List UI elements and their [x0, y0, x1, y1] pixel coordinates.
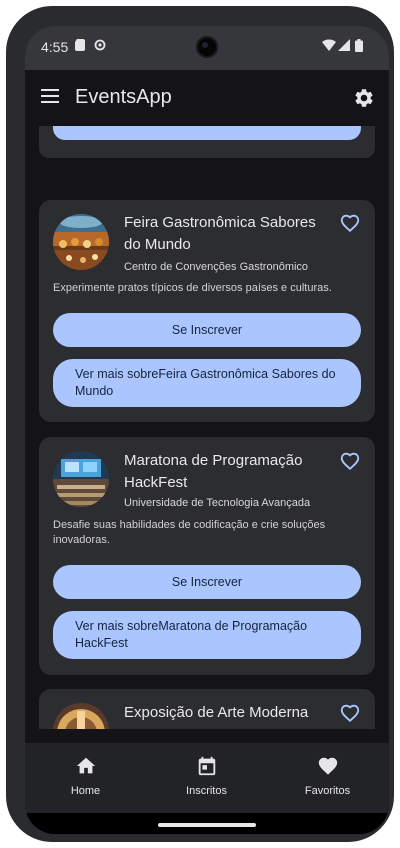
- event-title: Maratona de Programação HackFest: [124, 452, 303, 491]
- event-title: Exposição de Arte Moderna: [124, 704, 309, 721]
- event-card: Feira Gastronômica Sabores do Mundo Cent…: [39, 200, 375, 422]
- heart-outline-icon[interactable]: [339, 702, 361, 724]
- more-info-button[interactable]: Ver mais sobreMaratona de Programação Ha…: [53, 611, 361, 659]
- event-list[interactable]: Feira Gastronômica Sabores do Mundo Cent…: [25, 126, 389, 729]
- phone-frame: 4:55 EventsApp Feira Gastronômica Sabore…: [6, 6, 394, 842]
- event-description: Experimente pratos típicos de diversos p…: [53, 282, 332, 294]
- sync-icon: [94, 39, 106, 51]
- device: 4:55 EventsApp Feira Gastronômica Sabore…: [0, 0, 400, 848]
- gesture-bar[interactable]: [158, 823, 256, 827]
- event-location: Universidade de Tecnologia Avançada: [124, 497, 311, 509]
- nav-item-home[interactable]: Home: [25, 743, 146, 813]
- subscribe-button[interactable]: Se Inscrever: [53, 565, 361, 599]
- app-bar: EventsApp: [25, 70, 389, 126]
- menu-icon[interactable]: [41, 89, 59, 105]
- home-icon: [76, 757, 95, 774]
- event-card: Exposição de Arte Moderna: [39, 689, 375, 729]
- heart-icon: [318, 757, 337, 775]
- event-thumbnail: [53, 214, 109, 270]
- calendar-icon: [198, 756, 215, 776]
- nav-label-favoritos: Favoritos: [304, 785, 351, 797]
- event-thumbnail: [53, 451, 109, 507]
- event-thumbnail: [53, 703, 109, 729]
- nav-label-inscritos: Inscritos: [186, 785, 227, 797]
- more-info-button-partial[interactable]: [53, 126, 361, 140]
- wifi-icon: [322, 39, 336, 51]
- more-info-button[interactable]: Ver mais sobreFeira Gastronômica Sabores…: [53, 359, 361, 407]
- subscribe-button[interactable]: Se Inscrever: [53, 313, 361, 347]
- heart-outline-icon[interactable]: [339, 212, 361, 234]
- status-time: 4:55: [41, 39, 69, 55]
- signal-icon: [338, 39, 350, 51]
- front-camera: [196, 36, 218, 58]
- event-title: Feira Gastronômica Sabores do Mundo: [124, 214, 316, 253]
- bottom-navigation: Home Inscritos Favoritos: [25, 743, 389, 813]
- nav-item-favoritos[interactable]: Favoritos: [267, 743, 388, 813]
- phone-screen: 4:55 EventsApp Feira Gastronômica Sabore…: [25, 26, 389, 834]
- battery-icon: [355, 39, 363, 52]
- gear-icon[interactable]: [353, 87, 375, 109]
- sim-card-icon: [75, 39, 85, 51]
- nav-label-home: Home: [70, 785, 101, 797]
- event-location: Centro de Convenções Gastronômico: [124, 261, 309, 273]
- event-card: Maratona de Programação HackFest Univers…: [39, 437, 375, 675]
- event-card-partial: [39, 126, 375, 158]
- status-bar: 4:55: [25, 26, 389, 70]
- nav-item-inscritos[interactable]: Inscritos: [146, 743, 267, 813]
- event-description: Desafie suas habilidades de codificação …: [53, 519, 326, 546]
- heart-outline-icon[interactable]: [339, 450, 361, 472]
- gesture-area: [25, 813, 389, 834]
- app-title: EventsApp: [75, 86, 172, 108]
